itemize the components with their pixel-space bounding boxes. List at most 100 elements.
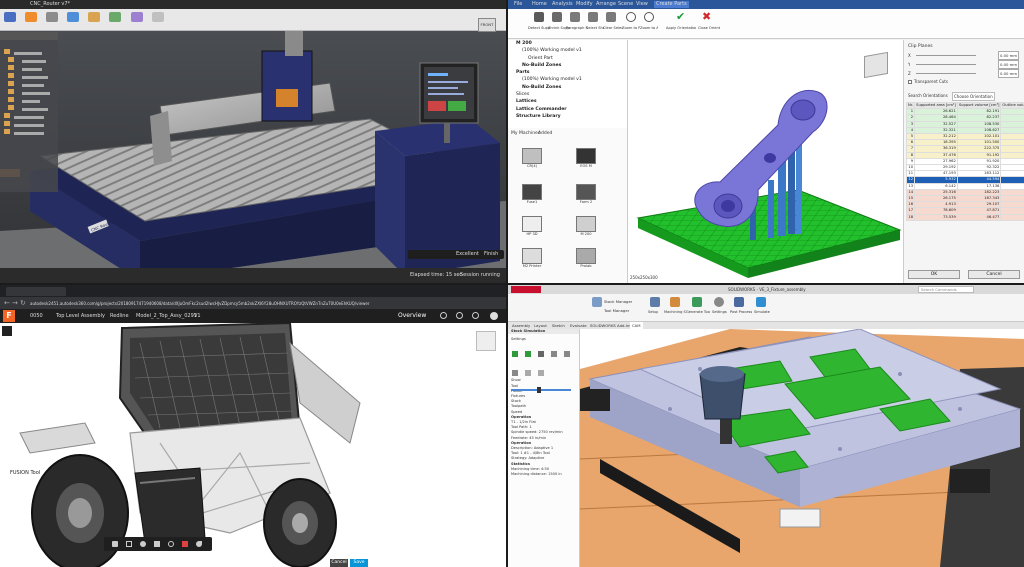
table-row[interactable]: 1873.53946.4772861.212.218.2 — [905, 213, 1024, 221]
3d-viewport[interactable]: CNC Router — [0, 31, 506, 283]
table-header[interactable]: Supported area [cm²] — [914, 101, 958, 110]
machining-setup-button[interactable]: Machining Setup — [664, 309, 686, 316]
cloud-icon[interactable] — [168, 541, 174, 547]
clip-z-slider[interactable] — [916, 73, 976, 74]
end-icon[interactable] — [512, 370, 518, 377]
tree-item[interactable]: Lattices — [508, 98, 627, 105]
browser-row[interactable] — [0, 56, 58, 71]
browser-row[interactable] — [0, 120, 58, 135]
tab-cam[interactable]: CAM — [630, 322, 643, 329]
tab-sketch[interactable]: Sketch — [552, 322, 565, 329]
detect-supports-icon[interactable] — [534, 12, 544, 22]
detect-supports-button[interactable]: Detect Supports — [528, 25, 550, 32]
settings-icon[interactable] — [714, 297, 724, 307]
color-icon[interactable] — [182, 541, 188, 547]
tab-modify[interactable]: Modify — [576, 1, 593, 8]
browser-row[interactable] — [0, 48, 58, 63]
overview-tab[interactable]: Overview — [398, 311, 426, 321]
viewcube[interactable] — [864, 51, 888, 79]
setup-icon[interactable] — [25, 12, 38, 22]
tool-manager-button[interactable]: Tool Manager — [604, 307, 629, 314]
tab-scene[interactable]: Scene — [618, 1, 633, 8]
markup-save-button[interactable]: Save — [350, 559, 368, 567]
tab-choose-orientation[interactable]: Choose Orientation — [952, 92, 995, 101]
tab-layout[interactable]: Layout — [534, 322, 547, 329]
url-field[interactable]: autodesk2451.autodesk360.com/g/projects/… — [30, 300, 470, 307]
paragraph-selection-button[interactable]: Paragraph Selection — [566, 25, 588, 32]
shape-icon[interactable] — [126, 541, 132, 547]
tree-item[interactable]: Structure Library — [508, 113, 627, 120]
clip-y-slider[interactable] — [916, 64, 976, 65]
cancel-button[interactable]: Cancel — [968, 270, 1020, 279]
breadcrumb-1[interactable]: Top Level Assembly — [56, 313, 105, 320]
options-icon[interactable] — [525, 370, 532, 377]
speed-slider-thumb[interactable] — [537, 387, 541, 394]
2d-icon[interactable] — [46, 12, 59, 22]
setup-icon[interactable] — [650, 297, 660, 307]
forward-icon[interactable] — [564, 351, 571, 358]
browser-row[interactable] — [0, 96, 58, 111]
stock-manager-button[interactable]: Stock Manager — [604, 298, 632, 305]
setup-button[interactable]: Setup — [648, 309, 658, 316]
tree-item[interactable]: (100%) Working model v1 — [508, 47, 627, 54]
machine-tile[interactable]: M2 Printer — [514, 248, 550, 278]
clip-z-field[interactable]: 0.00 mm — [998, 69, 1020, 78]
graphics-area[interactable] — [579, 328, 1024, 567]
tab-assembly[interactable]: Assembly — [512, 322, 530, 329]
browser-tab[interactable] — [6, 287, 66, 296]
shrink-supports-icon[interactable] — [552, 12, 562, 22]
tab-addins[interactable]: SOLIDWORKS Add-Ins — [590, 322, 631, 329]
breadcrumb-0[interactable]: 0050 — [30, 313, 43, 320]
select-shell-icon[interactable] — [588, 12, 598, 22]
simulate-icon[interactable] — [756, 297, 766, 307]
rewind-icon[interactable] — [551, 351, 558, 358]
play-icon[interactable] — [512, 351, 518, 358]
browser-row[interactable] — [0, 104, 58, 119]
search-commands-field[interactable]: Search Commands — [918, 286, 974, 293]
apply-orientation-button[interactable]: Apply Orientation to Part — [666, 25, 696, 32]
tab-file[interactable]: File — [514, 1, 522, 8]
ok-button[interactable]: OK — [908, 270, 960, 279]
breadcrumb-3[interactable]: Model_2_Top_Assy_0291 — [136, 313, 197, 320]
clip-x-field[interactable]: 0.00 mm — [998, 51, 1020, 60]
3d-viewer-canvas[interactable] — [0, 321, 506, 567]
apply-orientation-icon[interactable]: ✔ — [676, 11, 685, 23]
browser-row[interactable] — [0, 112, 58, 127]
tree-item[interactable]: Orient Part — [508, 55, 627, 62]
actions-icon[interactable] — [130, 12, 143, 22]
clear-selection-button[interactable]: Clear Selection — [603, 25, 623, 32]
toggle-icon[interactable] — [538, 370, 545, 377]
clip-y-field[interactable]: 0.00 mm — [998, 60, 1020, 69]
markup-cancel-button[interactable]: Cancel — [330, 559, 348, 567]
transparent-cuts-checkbox[interactable] — [908, 80, 912, 84]
design-workspace-icon[interactable] — [4, 12, 16, 22]
breadcrumb-2[interactable]: Redline — [110, 313, 129, 320]
manage-icon[interactable] — [151, 12, 164, 22]
table-header[interactable]: Support volume [cm³] — [956, 101, 1002, 110]
search-icon[interactable] — [440, 312, 447, 319]
left-panel-icon[interactable] — [2, 326, 12, 336]
drilling-icon[interactable] — [88, 12, 101, 22]
tab-view[interactable]: View — [636, 1, 648, 8]
machine-tile[interactable]: HP 3D — [514, 216, 550, 246]
tree-item[interactable]: M 200 — [508, 40, 627, 47]
reload-icon[interactable]: ↻ — [20, 298, 26, 308]
stop-icon[interactable] — [538, 351, 545, 358]
pen-icon[interactable] — [112, 541, 118, 547]
zoom-area-icon[interactable] — [644, 12, 654, 22]
generate-toolpath-icon[interactable] — [692, 297, 702, 307]
post-process-icon[interactable] — [734, 297, 744, 307]
machine-tile[interactable]: M 200 — [568, 216, 604, 246]
browser-row[interactable] — [0, 80, 58, 95]
browser-row[interactable] — [0, 32, 58, 40]
tab-evaluate[interactable]: Evaluate — [570, 322, 587, 329]
tree-item[interactable]: Lattice Commander — [508, 106, 627, 113]
arrow-icon[interactable] — [140, 541, 146, 547]
tree-item[interactable]: Slices — [508, 91, 627, 98]
undo-icon[interactable] — [196, 541, 202, 547]
simulate-button[interactable]: Simulate — [754, 309, 770, 316]
post-process-button[interactable]: Post Process — [730, 309, 752, 316]
machine-tile[interactable]: CR(4) — [514, 148, 550, 178]
machines-tab-added[interactable]: Added — [538, 130, 552, 137]
select-shell-button[interactable]: Select Shell — [586, 25, 604, 32]
